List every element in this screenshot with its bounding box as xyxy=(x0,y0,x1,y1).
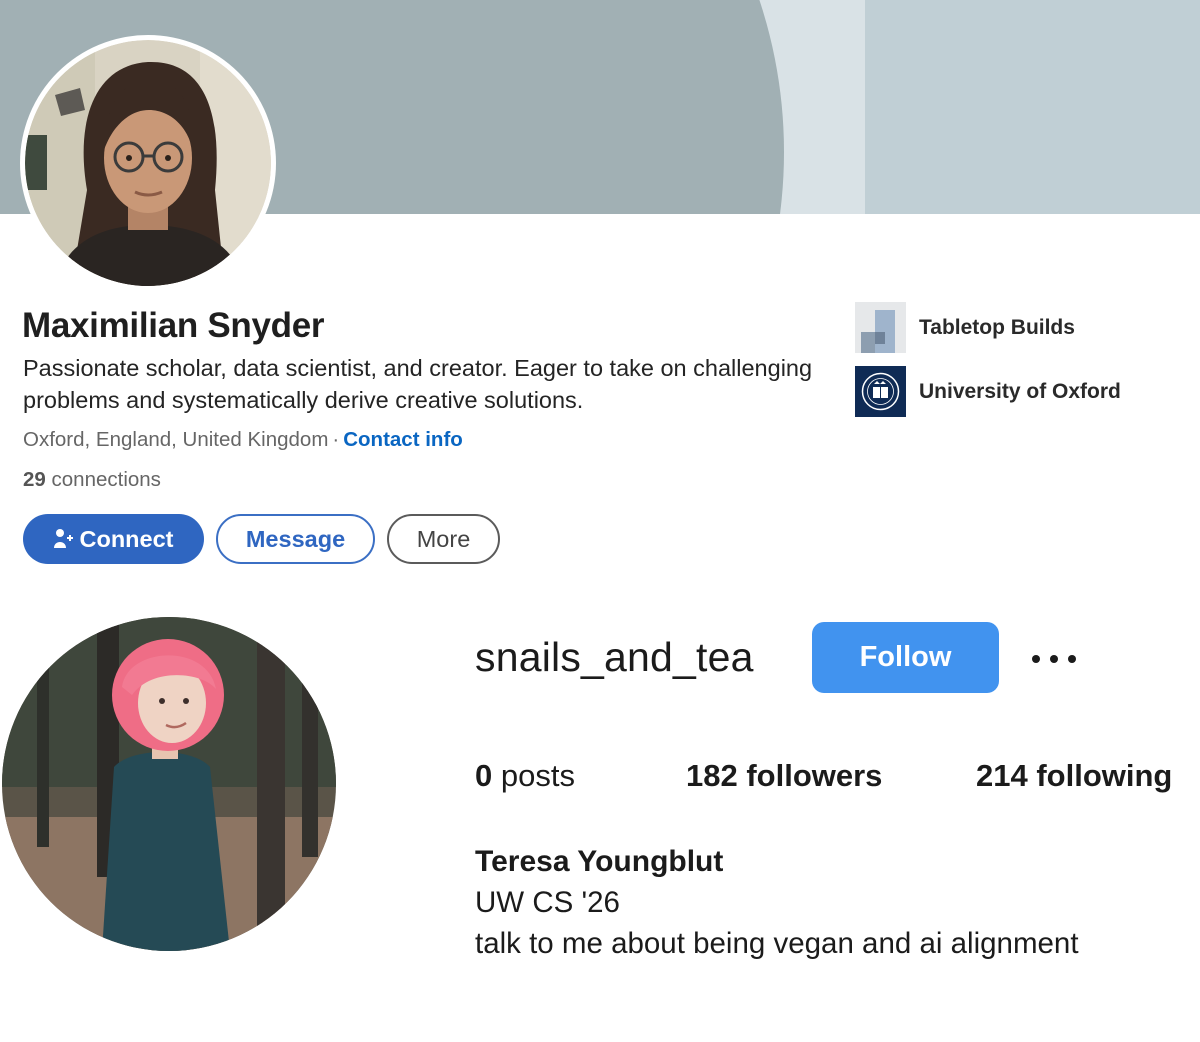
org-label: Tabletop Builds xyxy=(919,315,1075,339)
university-of-oxford-crest xyxy=(855,366,906,417)
connections-number: 29 xyxy=(23,468,46,491)
ellipsis-icon[interactable] xyxy=(1030,648,1078,670)
posts-number: 0 xyxy=(475,758,493,793)
profile-headline: Passionate scholar, data scientist, and … xyxy=(23,355,813,413)
location-separator: · xyxy=(332,428,340,451)
connections-label: connections xyxy=(51,468,161,491)
contact-info-link[interactable]: Contact info xyxy=(343,428,463,451)
instagram-avatar[interactable] xyxy=(2,617,336,951)
location-text: Oxford, England, United Kingdom xyxy=(23,428,329,451)
following-link[interactable]: 214 following xyxy=(976,758,1172,794)
connections-count[interactable]: 29 connections xyxy=(23,468,161,492)
profile-photo xyxy=(25,40,271,286)
tabletop-builds-logo xyxy=(855,302,906,353)
profile-name: Maximilian Snyder xyxy=(22,306,325,345)
profile-location-line: Oxford, England, United Kingdom · Contact … xyxy=(23,428,463,452)
posts-label: posts xyxy=(500,758,575,793)
connect-button[interactable]: Connect xyxy=(23,514,204,564)
bio-line: talk to me about being vegan and ai alig… xyxy=(475,927,1079,960)
connect-button-label: Connect xyxy=(79,525,174,552)
message-button[interactable]: Message xyxy=(216,514,375,564)
message-button-label: Message xyxy=(245,525,346,552)
org-tabletop-builds[interactable]: Tabletop Builds xyxy=(855,302,1075,353)
org-university-of-oxford[interactable]: University of Oxford xyxy=(855,366,1121,417)
add-person-icon xyxy=(53,528,74,550)
bio-line: UW CS '26 xyxy=(475,886,620,919)
profile-avatar[interactable] xyxy=(20,35,276,291)
instagram-profile-photo xyxy=(2,617,336,951)
org-label: University of Oxford xyxy=(919,379,1121,403)
followers-link[interactable]: 182 followers xyxy=(686,758,882,794)
more-button[interactable]: More xyxy=(387,514,500,564)
instagram-full-name: Teresa Youngblut xyxy=(475,845,724,878)
instagram-username: snails_and_tea xyxy=(475,634,754,680)
posts-count: 0 posts xyxy=(475,758,575,794)
more-button-label: More xyxy=(416,525,471,552)
follow-button[interactable]: Follow xyxy=(812,622,999,693)
